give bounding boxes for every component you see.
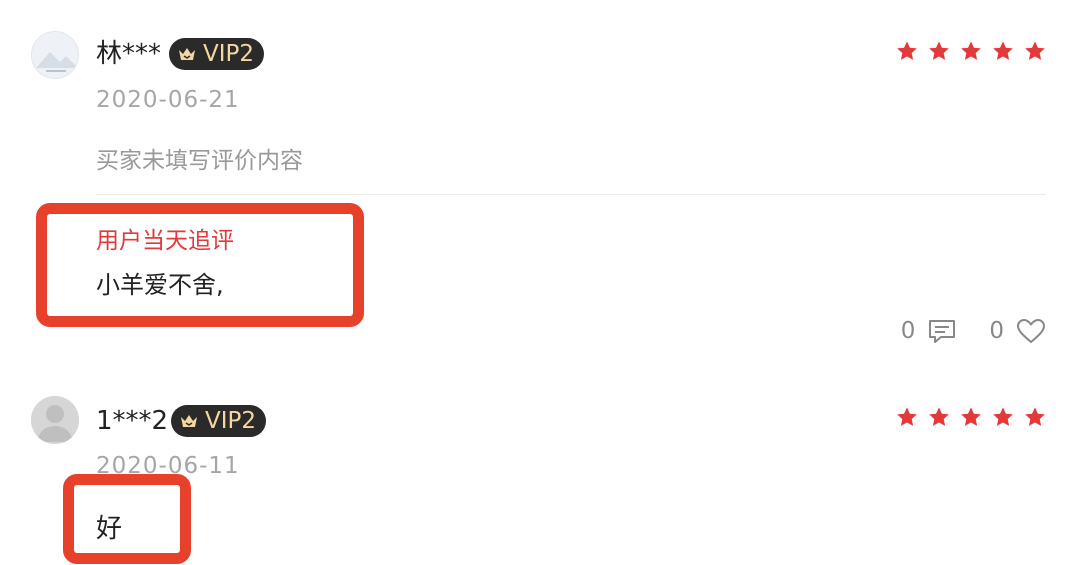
like-count: 0	[989, 318, 1004, 344]
heart-icon[interactable]	[1016, 318, 1046, 344]
followup-text: 小羊爱不舍,	[96, 271, 224, 299]
comment-icon[interactable]	[927, 318, 957, 344]
avatar[interactable]	[31, 396, 79, 444]
review-date: 2020-06-21	[96, 87, 240, 113]
vip-level: VIP2	[203, 41, 255, 67]
star-icon	[897, 41, 917, 60]
star-icon	[993, 41, 1013, 60]
star-icon	[961, 407, 981, 426]
review-content: 好	[96, 514, 123, 544]
vip-badge: VIP2	[171, 405, 267, 437]
star-icon	[993, 407, 1013, 426]
star-rating	[896, 40, 1046, 62]
star-rating	[896, 406, 1046, 428]
username[interactable]: 林***	[96, 38, 161, 70]
star-icon	[929, 41, 949, 60]
avatar[interactable]	[31, 31, 79, 79]
highlight-box	[63, 474, 191, 564]
followup-title: 用户当天追评	[96, 228, 234, 254]
vip-badge: VIP2	[169, 38, 265, 70]
star-icon	[929, 407, 949, 426]
vip-level: VIP2	[205, 408, 257, 434]
username[interactable]: 1***2	[96, 405, 168, 437]
star-icon	[1025, 407, 1045, 426]
review-actions: 0 0	[901, 318, 1046, 344]
comment-count: 0	[900, 318, 916, 344]
crown-icon	[181, 415, 197, 427]
divider	[96, 194, 1046, 195]
landscape-avatar-icon	[32, 32, 78, 78]
star-icon	[897, 407, 917, 426]
default-user-icon	[31, 396, 79, 444]
star-icon	[1025, 41, 1045, 60]
crown-icon	[179, 48, 195, 60]
review-content: 买家未填写评价内容	[96, 148, 303, 174]
star-icon	[961, 41, 981, 60]
